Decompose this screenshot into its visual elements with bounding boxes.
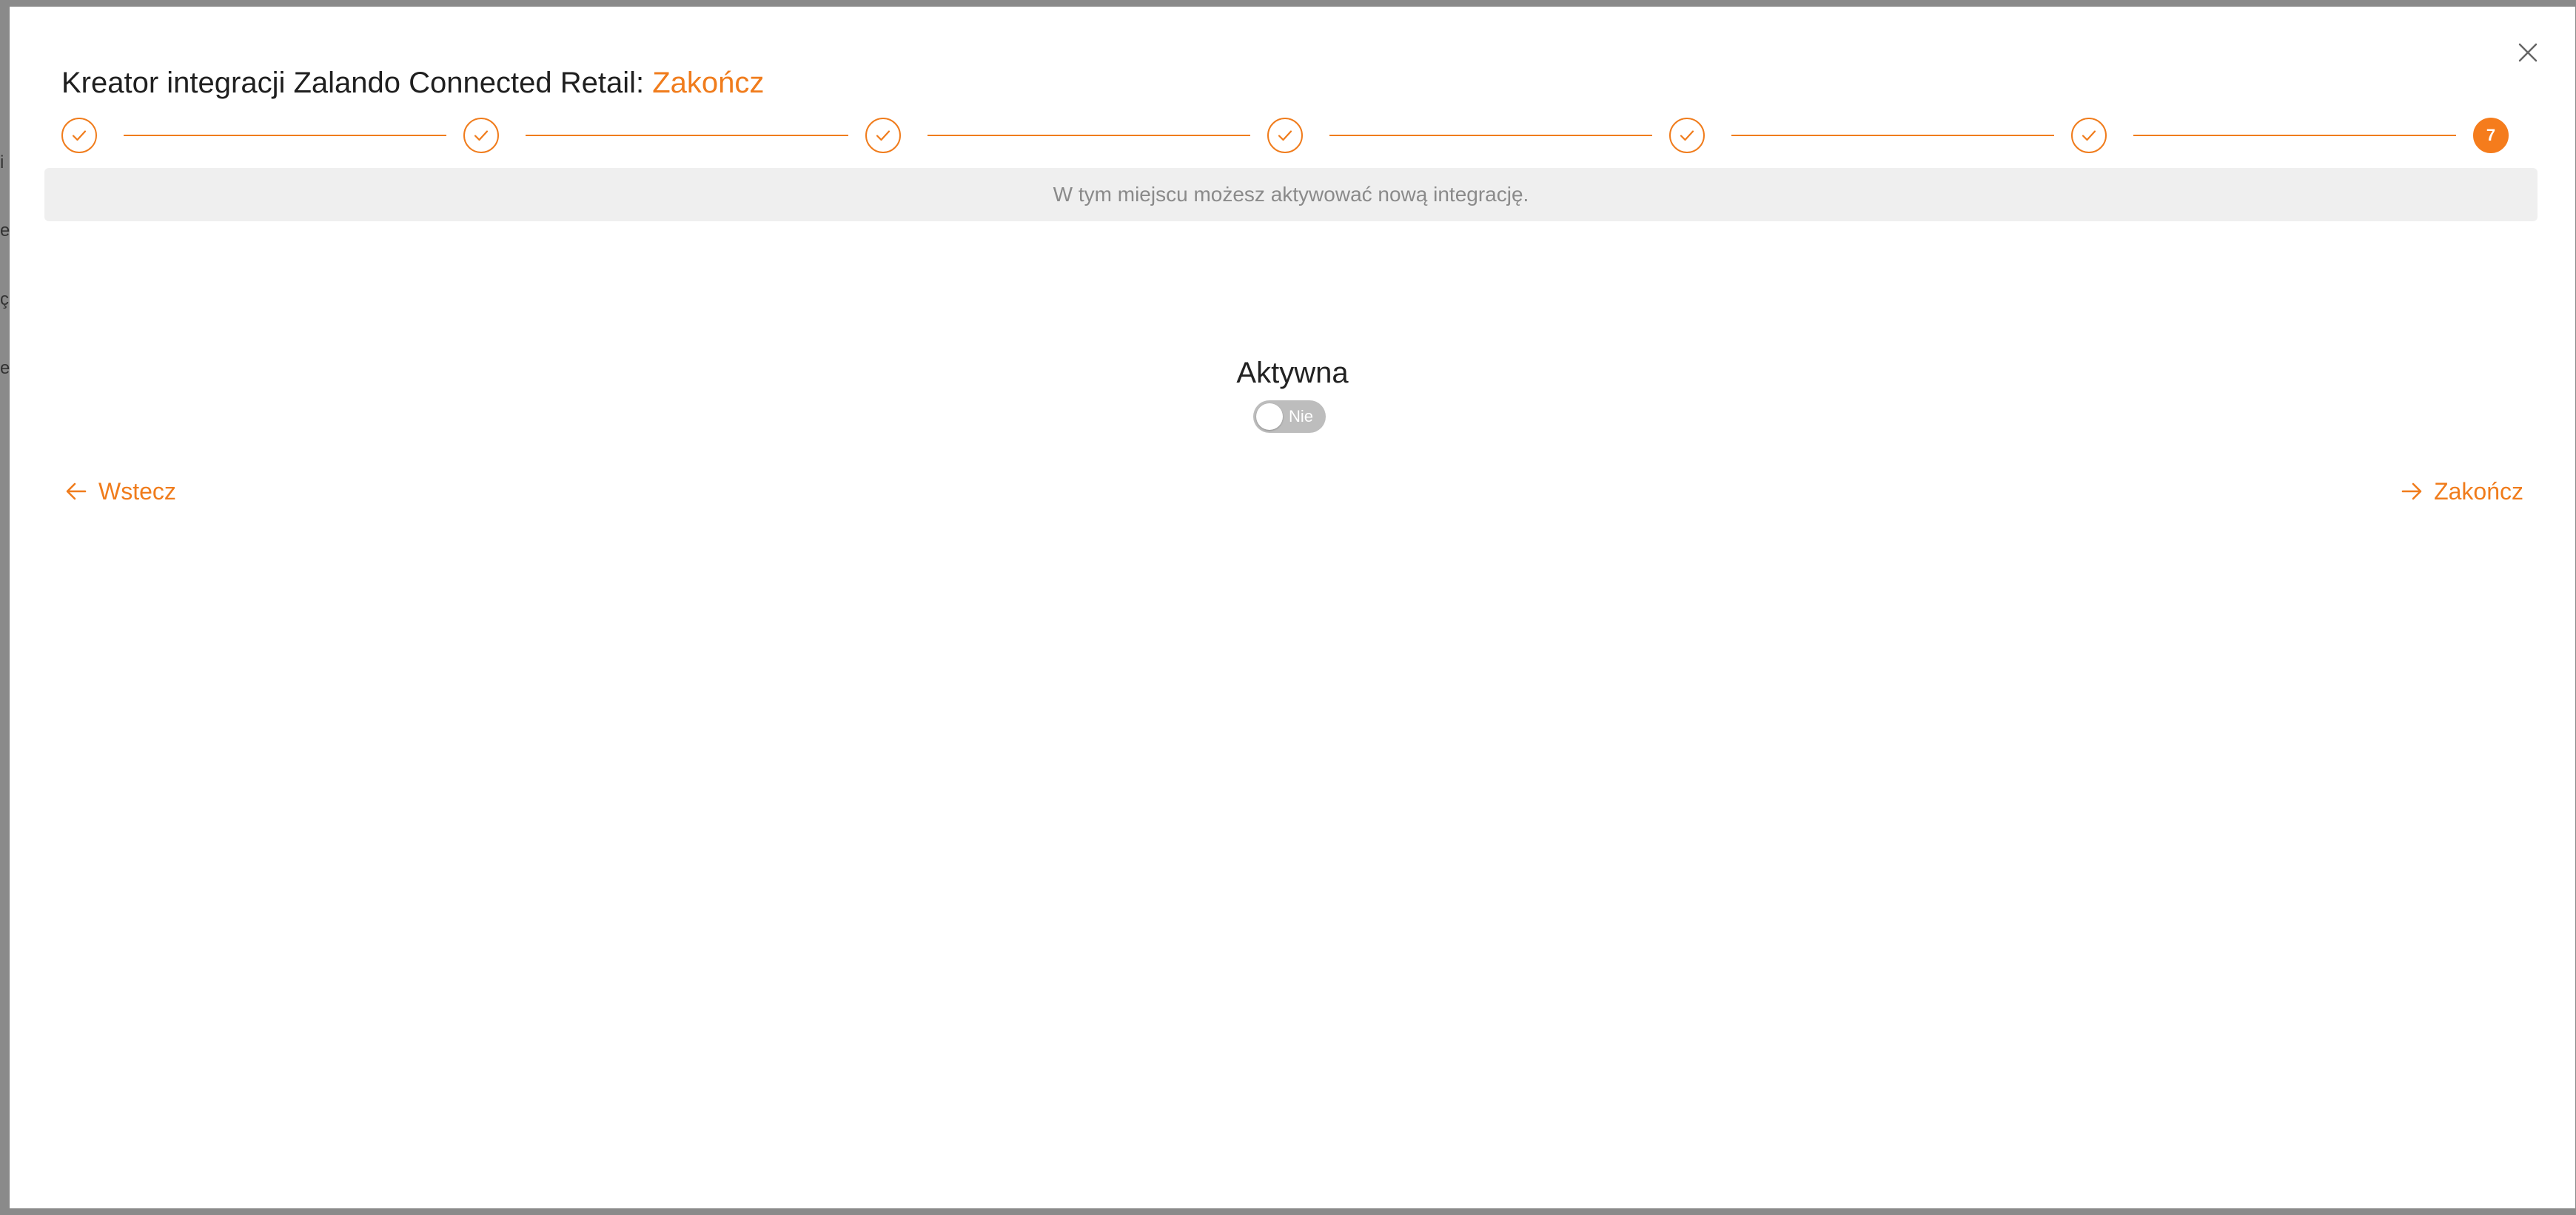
info-bar: W tym miejscu możesz aktywować nową inte… (44, 168, 2538, 221)
step-connector (1329, 135, 1652, 136)
arrow-right-icon (2401, 482, 2422, 500)
step-3-indicator[interactable] (865, 118, 901, 153)
finish-button-label: Zakończ (2434, 477, 2523, 505)
step-6-indicator[interactable] (2071, 118, 2107, 153)
checkmark-icon (1278, 130, 1292, 141)
close-icon (2518, 43, 2538, 62)
arrow-left-icon (66, 482, 87, 500)
checkmark-icon (876, 130, 890, 141)
step-2-indicator[interactable] (463, 118, 499, 153)
wizard-title: Kreator integracji Zalando Connected Ret… (61, 64, 764, 101)
step-connector (124, 135, 446, 136)
step-1-indicator[interactable] (61, 118, 97, 153)
back-button[interactable]: Wstecz (64, 474, 176, 508)
step-connector (1731, 135, 2054, 136)
step-connector (2133, 135, 2456, 136)
wizard-current-step-title: Zakończ (652, 67, 765, 99)
wizard-stepper: 7 (61, 118, 2526, 153)
backdrop-text-fragment: ç (0, 289, 9, 309)
info-text: W tym miejscu możesz aktywować nową inte… (1053, 183, 1529, 206)
backdrop-text-fragment: e (0, 221, 10, 240)
finish-button[interactable]: Zakończ (2400, 474, 2523, 508)
toggle-state-label: Nie (1289, 407, 1314, 425)
backdrop-text-fragment: i (0, 152, 4, 172)
step-4-indicator[interactable] (1267, 118, 1303, 153)
step-connector (928, 135, 1250, 136)
integration-wizard-modal: Kreator integracji Zalando Connected Ret… (10, 7, 2575, 1208)
checkmark-icon (1680, 130, 1694, 141)
step-5-indicator[interactable] (1669, 118, 1705, 153)
active-toggle[interactable]: Nie (1253, 400, 1326, 433)
step-connector (526, 135, 848, 136)
back-button-label: Wstecz (98, 477, 176, 505)
active-field-label: Aktywna (1236, 357, 1349, 389)
close-button[interactable] (2513, 38, 2543, 67)
toggle-knob (1256, 403, 1283, 430)
checkmark-icon (2082, 130, 2096, 141)
wizard-title-prefix: Kreator integracji Zalando Connected Ret… (61, 67, 645, 99)
checkmark-icon (72, 130, 87, 141)
step-7-indicator[interactable]: 7 (2473, 118, 2509, 153)
checkmark-icon (474, 130, 489, 141)
